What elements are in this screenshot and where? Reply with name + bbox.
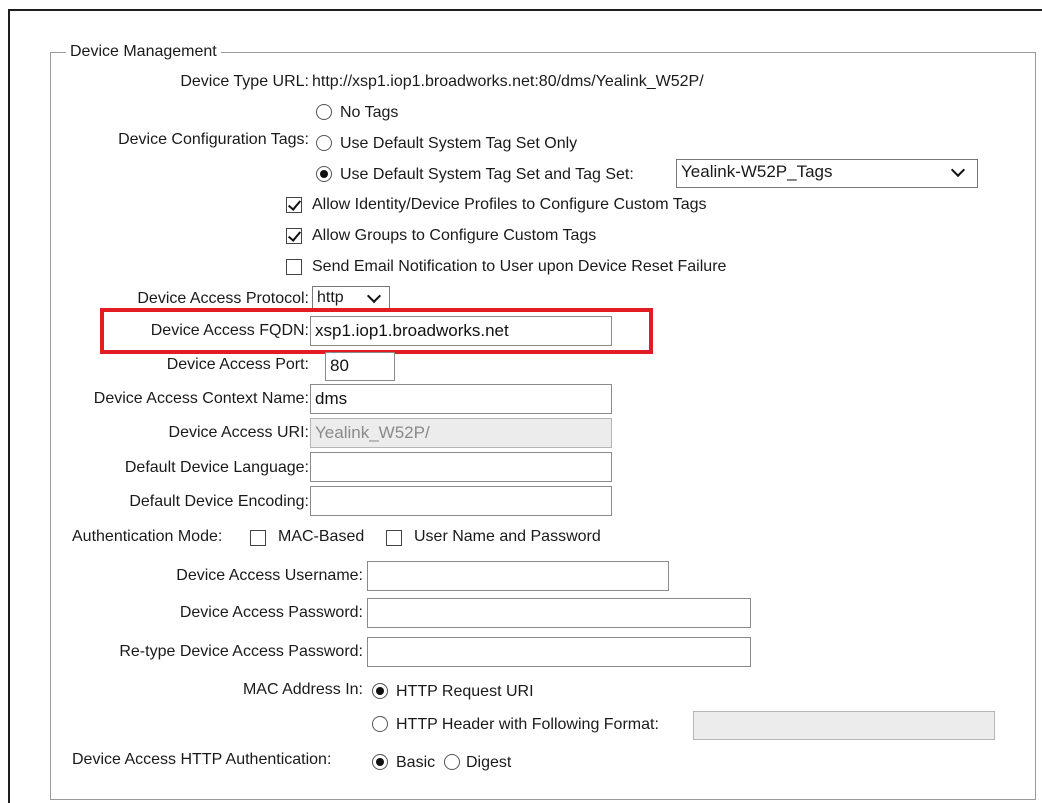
device-access-context-name-label: Device Access Context Name: <box>93 390 309 407</box>
http-authentication-label: Device Access HTTP Authentication: <box>72 751 332 768</box>
checkbox-send-email-notification-label: Send Email Notification to User upon Dev… <box>312 258 727 275</box>
radio-no-tags-label: No Tags <box>340 104 399 121</box>
chevron-down-icon <box>950 162 966 178</box>
checkbox-allow-groups-custom-tags[interactable] <box>286 228 302 244</box>
radio-default-and-tag-set-label: Use Default System Tag Set and Tag Set: <box>340 166 634 183</box>
port-input[interactable]: 80 <box>325 352 395 381</box>
chevron-down-icon <box>366 288 382 304</box>
checkbox-send-email-notification[interactable] <box>286 259 302 275</box>
checkbox-username-password[interactable] <box>386 530 402 546</box>
mac-address-in-label: MAC Address In: <box>242 681 363 698</box>
default-device-encoding-label: Default Device Encoding: <box>129 493 309 510</box>
device-config-tags-label: Device Configuration Tags: <box>118 131 309 148</box>
checkbox-mac-based[interactable] <box>250 530 266 546</box>
device-type-url-value: http://xsp1.iop1.broadworks.net:80/dms/Y… <box>312 73 704 90</box>
device-access-username-label: Device Access Username: <box>176 567 363 584</box>
radio-default-and-tag-set[interactable] <box>316 166 332 182</box>
protocol-select-value: http <box>317 289 344 306</box>
radio-http-request-uri-label: HTTP Request URI <box>396 683 534 700</box>
checkbox-allow-groups-custom-tags-label: Allow Groups to Configure Custom Tags <box>312 227 597 244</box>
fqdn-highlight-box <box>100 308 653 354</box>
checkbox-allow-identity-device-profiles[interactable] <box>286 197 302 213</box>
context-name-input[interactable]: dms <box>310 384 612 414</box>
radio-http-header-format-label: HTTP Header with Following Format: <box>396 716 659 733</box>
radio-http-request-uri[interactable] <box>372 683 388 699</box>
radio-digest[interactable] <box>444 754 460 770</box>
device-access-port-label: Device Access Port: <box>166 356 309 373</box>
radio-basic[interactable] <box>372 754 388 770</box>
checkbox-allow-identity-device-profiles-label: Allow Identity/Device Profiles to Config… <box>312 196 707 213</box>
default-device-language-label: Default Device Language: <box>124 459 309 476</box>
tag-set-select[interactable]: Yealink-W52P_Tags <box>676 159 978 188</box>
fieldset-legend: Device Management <box>66 43 221 61</box>
language-input[interactable] <box>310 452 612 482</box>
authentication-mode-label: Authentication Mode: <box>72 528 223 545</box>
radio-basic-label: Basic <box>396 754 436 771</box>
radio-digest-label: Digest <box>466 754 512 771</box>
radio-http-header-format[interactable] <box>372 716 388 732</box>
radio-default-tag-set-only-label: Use Default System Tag Set Only <box>340 135 578 152</box>
checkbox-mac-based-label: MAC-Based <box>278 528 365 545</box>
device-access-protocol-label: Device Access Protocol: <box>137 290 309 307</box>
device-access-uri-label: Device Access URI: <box>168 424 309 441</box>
radio-no-tags[interactable] <box>316 104 332 120</box>
checkbox-username-password-label: User Name and Password <box>414 528 601 545</box>
retype-password-label: Re-type Device Access Password: <box>119 643 363 660</box>
encoding-input[interactable] <box>310 486 612 516</box>
retype-password-input[interactable] <box>367 637 751 667</box>
device-access-password-label: Device Access Password: <box>179 604 363 621</box>
username-input[interactable] <box>367 561 669 591</box>
device-type-url-label: Device Type URL: <box>180 73 309 90</box>
tag-set-select-value: Yealink-W52P_Tags <box>681 162 833 181</box>
header-format-input <box>693 711 995 740</box>
radio-default-tag-set-only[interactable] <box>316 135 332 151</box>
password-input[interactable] <box>367 598 751 628</box>
uri-input: Yealink_W52P/ <box>310 418 612 448</box>
